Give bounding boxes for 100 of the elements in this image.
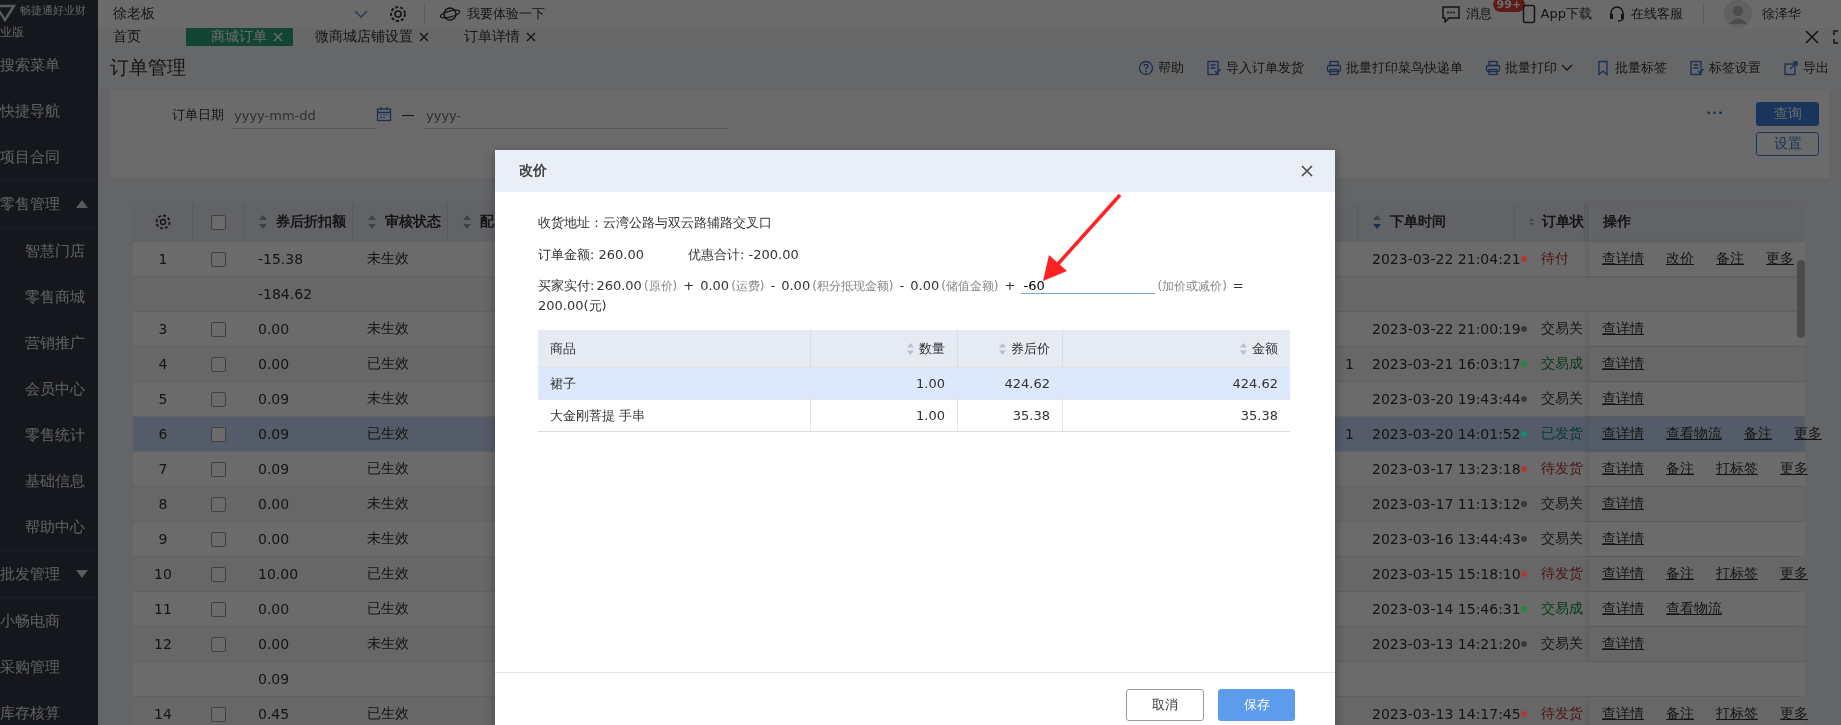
column-header[interactable]: 金额	[1063, 330, 1290, 367]
support-link[interactable]: 在线客服	[1608, 5, 1683, 23]
sidebar-item[interactable]: 营销推广	[0, 320, 98, 366]
sidebar-item[interactable]: 小畅电商	[0, 598, 98, 644]
table-cell: 0.09	[258, 391, 290, 407]
sidebar-item[interactable]: 快捷导航	[0, 88, 98, 134]
checkbox[interactable]	[211, 636, 226, 652]
action-link[interactable]: 查详情	[1602, 460, 1644, 478]
row-number: 14	[154, 706, 172, 722]
close-icon[interactable]	[419, 32, 429, 42]
checkbox[interactable]	[211, 321, 226, 337]
action-link[interactable]: 更多	[1780, 460, 1808, 478]
checkbox[interactable]	[211, 251, 226, 267]
action-link[interactable]: 查详情	[1602, 635, 1644, 653]
action-link[interactable]: 更多	[1794, 425, 1822, 443]
chevron-icon	[354, 10, 368, 18]
brand-name: 畅捷通好业财	[20, 4, 86, 18]
table-cell: 1	[1345, 426, 1354, 442]
action-link[interactable]: 查详情	[1602, 565, 1644, 583]
action-link[interactable]: 备注	[1666, 460, 1694, 478]
action-link[interactable]: 查详情	[1602, 390, 1644, 408]
planet-icon	[439, 5, 461, 23]
status-text: 交易成	[1541, 600, 1583, 618]
sidebar-item[interactable]: 零售商城	[0, 274, 98, 320]
action-link[interactable]: 打标签	[1716, 460, 1758, 478]
toolbar-button[interactable]: 标签设置	[1689, 59, 1761, 77]
sidebar-item[interactable]: 采购管理	[0, 644, 98, 690]
sidebar-item[interactable]: 帮助中心	[0, 504, 98, 550]
sidebar-item[interactable]: 项目合同	[0, 134, 98, 180]
checkbox[interactable]	[211, 426, 226, 442]
user-name[interactable]: 徐泽华	[1762, 5, 1801, 23]
checkbox[interactable]	[211, 391, 226, 407]
action-link[interactable]: 查详情	[1602, 250, 1644, 268]
action-link[interactable]: 查详情	[1602, 320, 1644, 338]
action-link[interactable]: 查详情	[1602, 530, 1644, 548]
action-link[interactable]: 查详情	[1602, 600, 1644, 618]
action-link[interactable]: 查详情	[1602, 425, 1644, 443]
action-link[interactable]: 更多	[1780, 705, 1808, 723]
cancel-button[interactable]: 取消	[1126, 689, 1204, 721]
checkbox[interactable]	[211, 531, 226, 547]
checkbox[interactable]	[211, 566, 226, 582]
table-cell: 已生效	[367, 460, 409, 478]
action-link[interactable]: 查看物流	[1666, 600, 1722, 618]
settings-icon[interactable]	[153, 213, 172, 231]
amount-value: 0.00	[910, 278, 940, 293]
tab[interactable]: 商城订单	[186, 28, 293, 46]
sidebar-item[interactable]: 智慧门店	[0, 228, 98, 274]
tab[interactable]: 首页	[113, 28, 154, 46]
sidebar-item[interactable]: 零售统计	[0, 412, 98, 458]
action-link[interactable]: 查详情	[1602, 355, 1644, 373]
sidebar-group[interactable]: 批发管理	[0, 550, 98, 598]
sidebar-item[interactable]: 库存核算	[0, 690, 98, 725]
settings-icon[interactable]	[388, 4, 408, 24]
sidebar-item[interactable]: 基础信息	[0, 458, 98, 504]
action-link[interactable]: 改价	[1666, 250, 1694, 268]
operator-sign: -	[899, 278, 905, 293]
toolbar-button[interactable]: 导出	[1783, 59, 1829, 77]
status-text: 待发货	[1541, 705, 1583, 723]
checkbox[interactable]	[211, 461, 226, 477]
checkbox[interactable]	[211, 601, 226, 617]
toolbar-button[interactable]: 批量标签	[1595, 59, 1667, 77]
close-icon[interactable]	[526, 32, 536, 42]
status-text: 交易关	[1541, 390, 1583, 408]
action-link[interactable]: 打标签	[1716, 705, 1758, 723]
query-button[interactable]: 查询	[1756, 102, 1819, 126]
checkbox[interactable]	[210, 214, 226, 230]
action-link[interactable]: 查详情	[1602, 495, 1644, 513]
action-link[interactable]: 更多	[1766, 250, 1794, 268]
scrollbar[interactable]	[1797, 260, 1805, 338]
toolbar-button[interactable]: 帮助	[1138, 59, 1184, 77]
toolbar-button[interactable]: 批量打印	[1485, 59, 1573, 77]
action-link[interactable]: 打标签	[1716, 565, 1758, 583]
calendar-icon[interactable]	[376, 106, 392, 122]
more-link[interactable]: ...	[1706, 102, 1724, 117]
sidebar-group[interactable]: 零售管理	[0, 180, 98, 228]
company-select[interactable]: 徐老板	[113, 5, 388, 23]
row-number: 7	[158, 461, 168, 477]
sidebar-item[interactable]: 搜索菜单	[0, 42, 98, 88]
action-link[interactable]: 备注	[1716, 250, 1744, 268]
action-link[interactable]: 查详情	[1602, 705, 1644, 723]
action-link[interactable]: 备注	[1666, 565, 1694, 583]
action-link[interactable]: 更多	[1780, 565, 1808, 583]
settings-button[interactable]: 设置	[1756, 132, 1819, 156]
checkbox[interactable]	[211, 706, 226, 722]
action-link[interactable]: 备注	[1744, 425, 1772, 443]
price-adjust-field[interactable]: -60	[1021, 278, 1156, 294]
messages-link[interactable]: 消息	[1440, 5, 1492, 23]
avatar-icon[interactable]	[1724, 0, 1752, 28]
tab[interactable]: 微商城店铺设置	[315, 28, 442, 46]
tab[interactable]: 订单详情	[464, 28, 549, 46]
save-button[interactable]: 保存	[1218, 689, 1295, 721]
close-icon[interactable]	[1805, 30, 1819, 44]
toolbar-button[interactable]: 导入订单发货	[1206, 59, 1304, 77]
action-link[interactable]: 备注	[1666, 705, 1694, 723]
checkbox[interactable]	[211, 356, 226, 372]
checkbox[interactable]	[211, 496, 226, 512]
close-icon[interactable]	[1301, 165, 1313, 177]
sidebar-item[interactable]: 会员中心	[0, 366, 98, 412]
action-link[interactable]: 查看物流	[1666, 425, 1722, 443]
toolbar-button[interactable]: 批量打印菜鸟快递单	[1326, 59, 1463, 77]
